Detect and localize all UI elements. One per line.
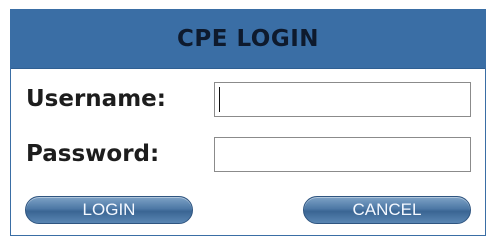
dialog-header: CPE LOGIN <box>11 10 485 69</box>
username-label: Username: <box>26 86 166 112</box>
username-row: Username: <box>11 80 485 120</box>
password-input[interactable] <box>214 137 471 172</box>
cpe-login-dialog: CPE LOGIN Username: Password: LOGIN CANC… <box>10 9 486 236</box>
cancel-button[interactable]: CANCEL <box>303 196 471 224</box>
text-cursor <box>219 87 220 112</box>
username-input[interactable] <box>214 82 471 117</box>
dialog-title: CPE LOGIN <box>176 26 320 52</box>
password-label: Password: <box>26 141 160 167</box>
login-button[interactable]: LOGIN <box>25 196 193 224</box>
password-row: Password: <box>11 135 485 175</box>
